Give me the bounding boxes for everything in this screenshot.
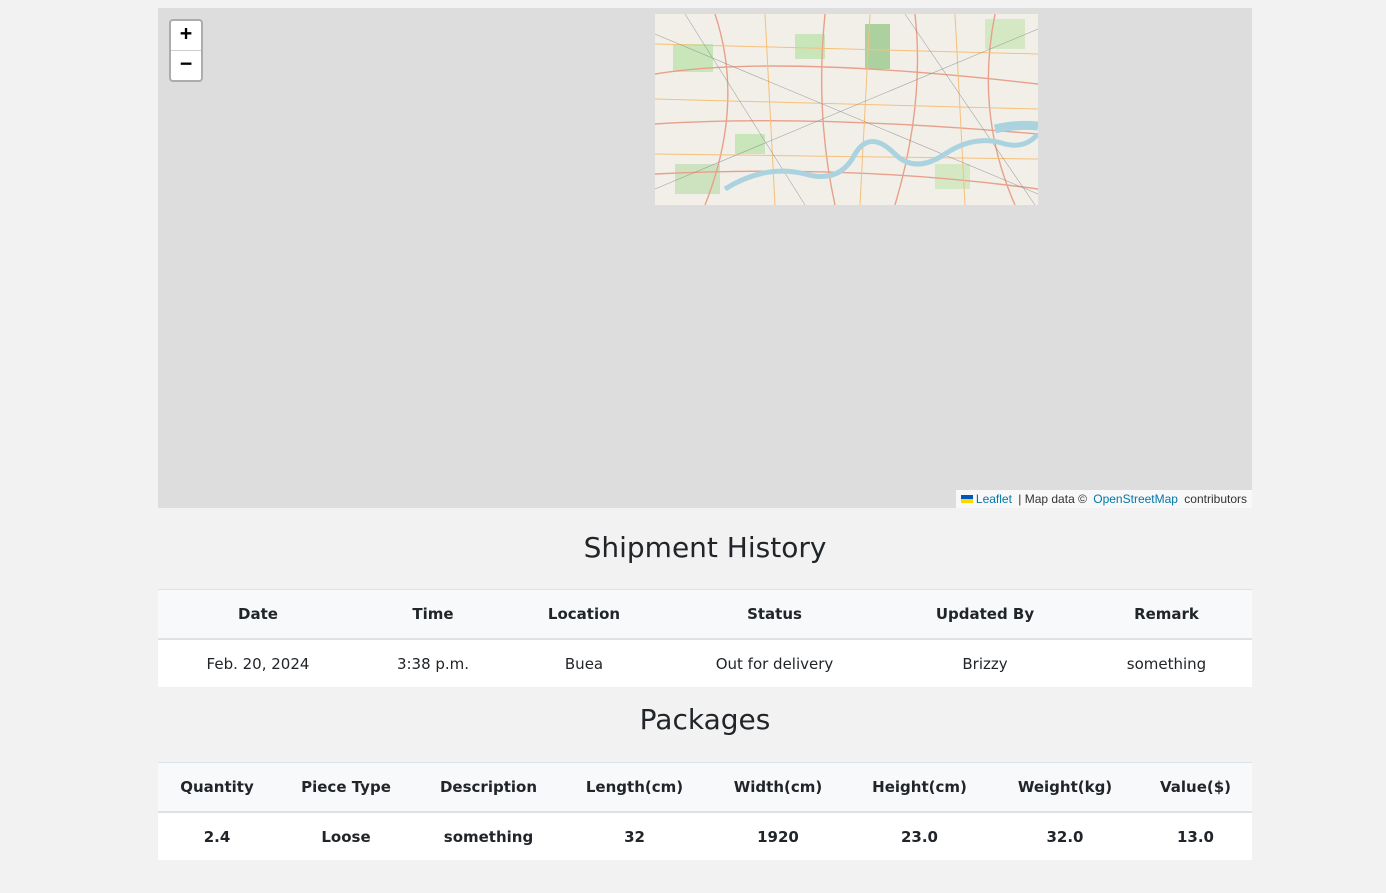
packages-cell-piece-type: Loose (321, 827, 371, 846)
packages-col-width: Width(cm) (708, 762, 848, 813)
history-col-status: Status (660, 589, 889, 640)
packages-cell-value: 13.0 (1176, 827, 1214, 846)
packages-col-length: Length(cm) (561, 762, 708, 813)
shipment-history-title: Shipment History (583, 531, 827, 564)
history-cell-status: Out for delivery (715, 654, 834, 673)
packages-header-row: Quantity Piece Type Description Length(c… (158, 762, 1252, 813)
history-header-row: Date Time Location Status Updated By Rem… (158, 589, 1252, 640)
table-row: 2.4 Loose something 32 1920 23.0 32.0 13… (158, 812, 1252, 860)
history-cell-date: Feb. 20, 2024 (206, 654, 310, 673)
shipment-history-table: Date Time Location Status Updated By Rem… (158, 589, 1252, 687)
history-col-updated-by: Updated By (889, 589, 1081, 640)
packages-col-piece-type: Piece Type (276, 762, 416, 813)
packages-cell-weight: 32.0 (1046, 827, 1084, 846)
packages-cell-width: 1920 (757, 827, 799, 846)
zoom-control: + − (169, 19, 203, 82)
map-tile-image (655, 14, 1038, 205)
packages-cell-description: something (443, 827, 534, 846)
history-cell-remark: something (1126, 654, 1207, 673)
packages-col-description: Description (416, 762, 561, 813)
history-col-time: Time (358, 589, 508, 640)
leaflet-link[interactable]: Leaflet (976, 492, 1012, 506)
packages-cell-quantity: 2.4 (203, 827, 231, 846)
map-tiles[interactable] (655, 14, 1038, 205)
packages-col-value: Value($) (1139, 762, 1252, 813)
packages-col-height: Height(cm) (848, 762, 991, 813)
ukraine-flag-icon (960, 495, 973, 503)
zoom-in-button[interactable]: + (171, 21, 201, 50)
packages-cell-length: 32 (624, 827, 645, 846)
map-attribution: Leaflet | Map data © OpenStreetMap contr… (955, 490, 1252, 508)
packages-title: Packages (639, 703, 771, 736)
packages-col-weight: Weight(kg) (991, 762, 1139, 813)
history-cell-time: 3:38 p.m. (396, 654, 470, 673)
history-col-location: Location (508, 589, 660, 640)
history-cell-updated-by: Brizzy (962, 654, 1008, 673)
history-cell-location: Buea (564, 654, 604, 673)
packages-table: Quantity Piece Type Description Length(c… (158, 762, 1252, 860)
attribution-separator: | Map data © (1014, 492, 1091, 506)
openstreetmap-link[interactable]: OpenStreetMap (1093, 492, 1178, 506)
history-col-date: Date (158, 589, 358, 640)
attribution-suffix: contributors (1180, 492, 1247, 506)
packages-col-quantity: Quantity (158, 762, 276, 813)
zoom-out-button[interactable]: − (171, 50, 201, 80)
table-row: Feb. 20, 2024 3:38 p.m. Buea Out for del… (158, 639, 1252, 687)
map-view[interactable]: + − Leaflet | Map data © OpenStreetMap c… (158, 8, 1252, 508)
history-col-remark: Remark (1081, 589, 1252, 640)
packages-cell-height: 23.0 (900, 827, 938, 846)
